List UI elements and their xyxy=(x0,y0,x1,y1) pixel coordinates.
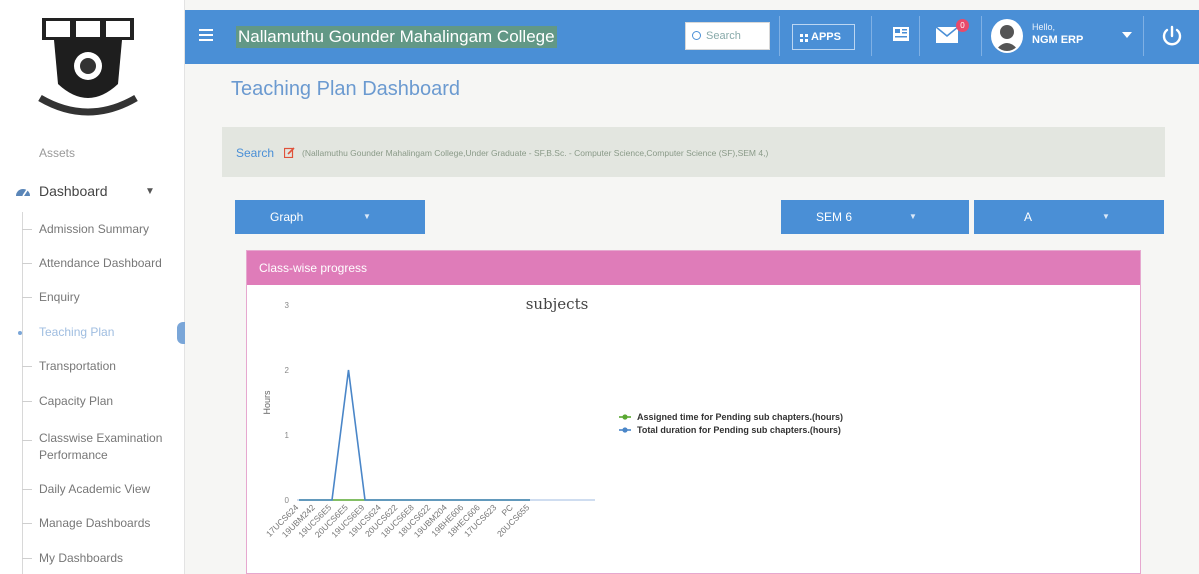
chevron-down-icon: ▼ xyxy=(363,212,371,221)
sidebar-item-label: Teaching Plan xyxy=(39,325,115,339)
apps-button[interactable]: APPS xyxy=(792,24,855,50)
series-line xyxy=(299,369,530,501)
sidebar-item-label: Attendance Dashboard xyxy=(39,256,162,270)
divider xyxy=(779,16,780,56)
active-bullet-icon xyxy=(18,331,22,335)
sidebar-item-label: Enquiry xyxy=(39,290,80,304)
search-filter-panel: Search (Nallamuthu Gounder Mahalingam Co… xyxy=(222,127,1165,177)
sidebar-item-attendance-dashboard[interactable]: Attendance Dashboard xyxy=(0,256,184,270)
avatar[interactable] xyxy=(991,19,1023,53)
view-type-value: Graph xyxy=(270,210,304,224)
caret-down-icon[interactable] xyxy=(1122,32,1132,38)
news-icon[interactable] xyxy=(892,25,910,43)
divider xyxy=(981,16,982,56)
search-input[interactable]: Search xyxy=(685,22,770,50)
sidebar-item-label: Manage Dashboards xyxy=(39,516,151,530)
greeting: Hello, xyxy=(1032,22,1056,32)
legend-marker xyxy=(622,414,628,420)
hamburger-menu-icon[interactable] xyxy=(199,29,213,41)
sidebar-item-admission-summary[interactable]: Admission Summary xyxy=(0,222,184,236)
sidebar-item-label: Capacity Plan xyxy=(39,394,114,408)
apps-label: APPS xyxy=(811,31,841,43)
sidebar-item-label: My Dashboards xyxy=(39,551,124,565)
search-filter-path: (Nallamuthu Gounder Mahalingam College,U… xyxy=(302,148,769,158)
sidebar-item-enquiry[interactable]: Enquiry xyxy=(0,290,184,304)
sidebar-item-dashboard[interactable]: Dashboard ▼ xyxy=(0,178,184,204)
power-icon[interactable] xyxy=(1161,25,1183,47)
sidebar-item-label: Admission Summary xyxy=(39,222,150,236)
y-tick-label: 0 xyxy=(285,496,290,505)
college-name: Nallamuthu Gounder Mahalingam College xyxy=(236,26,557,48)
sidebar-item-assets[interactable]: Assets xyxy=(0,146,184,160)
sidebar-item-label: Transportation xyxy=(39,359,116,373)
sidebar-item-label: Classwise Examination Performance xyxy=(39,431,163,462)
search-filter-label[interactable]: Search xyxy=(236,146,274,160)
search-icon xyxy=(692,31,701,40)
sidebar-item-classwise-examination-performance[interactable]: Classwise Examination Performance xyxy=(0,430,184,464)
semester-select[interactable]: SEM 6 ▼ xyxy=(781,200,969,234)
legend-label: Assigned time for Pending sub chapters.(… xyxy=(637,412,843,422)
page-title: Teaching Plan Dashboard xyxy=(231,78,461,100)
y-tick-label: 2 xyxy=(285,366,290,375)
dashboard-gauge-icon xyxy=(16,189,30,197)
sidebar-item-capacity-plan[interactable]: Capacity Plan xyxy=(0,394,184,408)
search-placeholder: Search xyxy=(706,30,741,42)
sidebar-item-teaching-plan[interactable]: Teaching Plan xyxy=(0,325,184,339)
legend-marker xyxy=(622,427,628,433)
legend-label: Total duration for Pending sub chapters.… xyxy=(637,425,841,435)
user-name[interactable]: NGM ERP xyxy=(1032,34,1083,46)
chevron-down-icon: ▼ xyxy=(145,186,155,197)
mail-icon[interactable] xyxy=(936,27,958,43)
sidebar-item-transportation[interactable]: Transportation xyxy=(0,359,184,373)
grid-icon xyxy=(800,34,808,42)
sidebar-item-label: Assets xyxy=(39,146,76,160)
sidebar: Assets Dashboard ▼ Admission Summary Att… xyxy=(0,0,185,574)
y-tick-label: 1 xyxy=(285,431,290,440)
sidebar-item-daily-academic-view[interactable]: Daily Academic View xyxy=(0,482,184,496)
divider xyxy=(919,16,920,56)
top-navbar: Nallamuthu Gounder Mahalingam College Se… xyxy=(185,10,1199,64)
divider xyxy=(1143,16,1144,56)
user-avatar-icon xyxy=(995,25,1019,51)
active-item-marker xyxy=(177,322,185,344)
section-value: A xyxy=(1024,210,1033,224)
x-tick-label: 20UCS655 xyxy=(495,502,532,539)
subjects-line-chart: subjectsHours012317UCS62419UBM24219UCS6E… xyxy=(262,295,843,539)
class-wise-progress-panel: Class-wise progress subjects Hours 0 1 2 3 17U… xyxy=(246,250,1141,574)
panel-title: Class-wise progress xyxy=(259,261,368,275)
semester-value: SEM 6 xyxy=(816,210,853,224)
y-tick-label: 3 xyxy=(285,301,290,310)
sidebar-dashboard-label: Dashboard xyxy=(39,183,108,199)
section-select[interactable]: A ▼ xyxy=(974,200,1164,234)
y-axis-label: Hours xyxy=(262,390,272,415)
chevron-down-icon: ▼ xyxy=(909,212,917,221)
view-type-select[interactable]: Graph ▼ xyxy=(235,200,425,234)
sidebar-item-manage-dashboards[interactable]: Manage Dashboards xyxy=(0,516,184,530)
panel-header: Class-wise progress xyxy=(247,251,1140,285)
sidebar-item-label: Daily Academic View xyxy=(39,482,151,496)
college-logo xyxy=(38,18,138,116)
edit-icon[interactable] xyxy=(284,147,295,158)
mail-badge: 0 xyxy=(956,19,969,32)
sidebar-item-my-dashboards[interactable]: My Dashboards xyxy=(0,551,184,565)
divider xyxy=(871,16,872,56)
chevron-down-icon: ▼ xyxy=(1102,212,1110,221)
chart-title: subjects xyxy=(526,295,589,313)
